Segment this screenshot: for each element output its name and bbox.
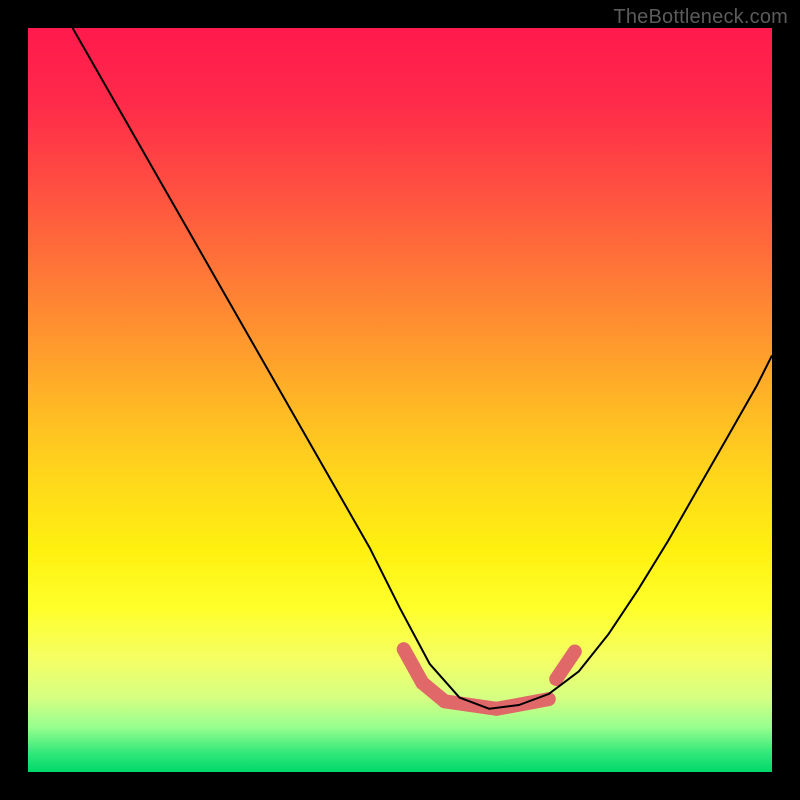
plot-area xyxy=(28,28,772,772)
bottleneck-curve xyxy=(28,28,772,772)
chart-frame: TheBottleneck.com xyxy=(0,0,800,800)
curve-path xyxy=(73,28,772,709)
optimal-zone-highlight xyxy=(404,649,575,709)
watermark-text: TheBottleneck.com xyxy=(613,6,788,29)
